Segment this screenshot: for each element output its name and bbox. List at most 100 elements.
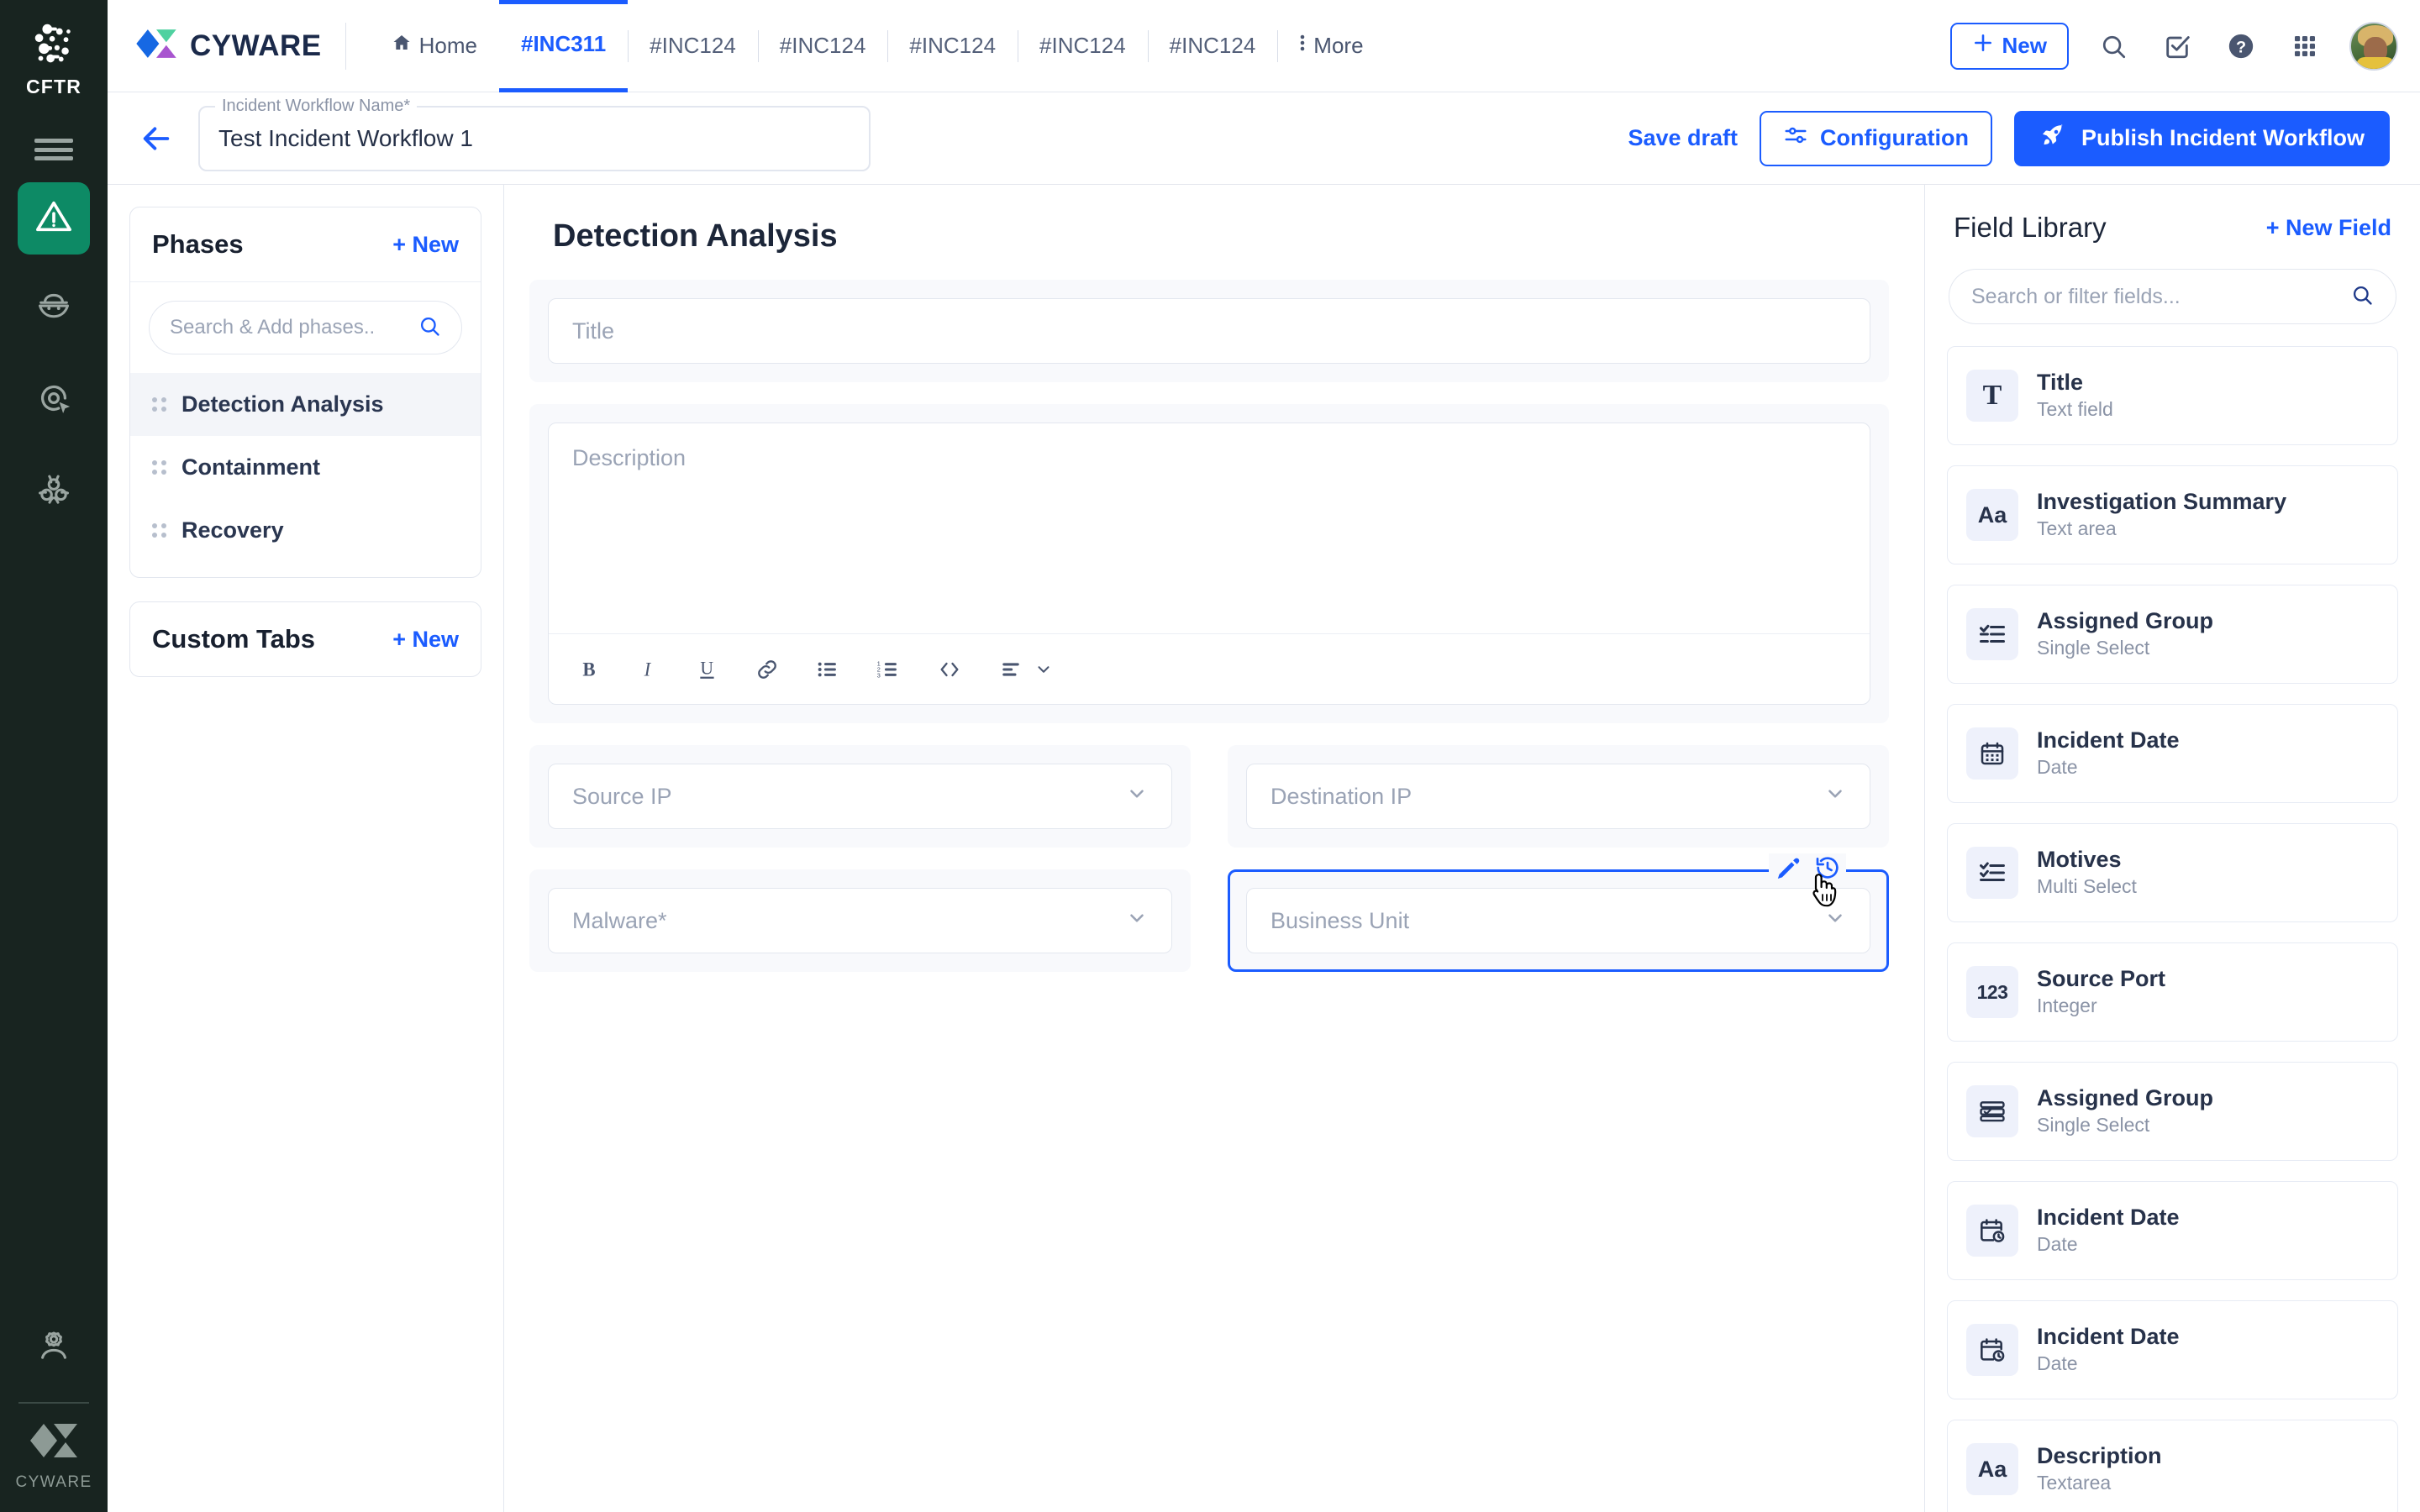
configuration-button[interactable]: Configuration (1760, 111, 1992, 166)
workflow-name-field[interactable]: Incident Workflow Name* Test Incident Wo… (198, 106, 871, 171)
save-draft-button[interactable]: Save draft (1628, 125, 1738, 151)
tab-inc124-2[interactable]: #INC124 (758, 0, 888, 92)
link-icon[interactable] (755, 651, 779, 688)
field-library-item-description[interactable]: Aa Description Textarea (1947, 1420, 2398, 1512)
calendar-clock-icon (1966, 1324, 2018, 1376)
svg-text:?: ? (2236, 38, 2246, 56)
field-library-item-title[interactable]: T Title Text field (1947, 346, 2398, 445)
phases-card-pad (130, 562, 481, 577)
underline-icon[interactable]: U (697, 651, 718, 688)
phase-item-recovery[interactable]: Recovery (130, 499, 481, 562)
sidebar-item-targeting[interactable] (18, 364, 90, 436)
search-icon[interactable] (2350, 283, 2374, 311)
field-type: Textarea (2037, 1471, 2162, 1496)
tab-label: #INC124 (1039, 33, 1126, 59)
source-ip-panel[interactable]: Source IP (529, 745, 1191, 848)
tab-inc311[interactable]: #INC311 (499, 0, 628, 92)
search-icon[interactable] (418, 314, 441, 342)
hamburger-icon[interactable] (34, 135, 73, 164)
bold-icon[interactable]: B (579, 651, 601, 688)
search-icon[interactable] (2094, 27, 2133, 66)
drag-handle-icon[interactable] (152, 460, 166, 475)
biohazard-icon (34, 470, 73, 512)
cyware-footer-logo-icon (30, 1419, 77, 1467)
field-name: Assigned Group (2037, 607, 2213, 636)
description-field-panel[interactable]: Description B I U 123 (529, 404, 1889, 723)
description-textarea[interactable]: Description (549, 423, 1870, 633)
source-ip-select[interactable]: Source IP (548, 764, 1172, 829)
drag-handle-icon[interactable] (152, 397, 166, 412)
app-root: CFTR (0, 0, 2420, 1512)
tab-inc124-4[interactable]: #INC124 (1018, 0, 1148, 92)
chevron-down-icon[interactable] (1034, 651, 1053, 688)
cyware-logo[interactable]: CYWARE (136, 25, 322, 66)
tab-inc124-1[interactable]: #INC124 (628, 0, 758, 92)
sidebar-item-admin-settings[interactable] (18, 1311, 90, 1383)
title-input[interactable]: Title (548, 298, 1870, 364)
app-grid-icon[interactable] (2286, 27, 2324, 66)
custom-tabs-title: Custom Tabs (152, 624, 315, 654)
avatar-shirt (2356, 57, 2395, 69)
field-name: Incident Date (2037, 1323, 2180, 1352)
field-library-item-assigned-group[interactable]: Assigned Group Single Select (1947, 585, 2398, 684)
cyware-logo-text: CYWARE (190, 29, 322, 63)
destination-ip-panel[interactable]: Destination IP (1228, 745, 1889, 848)
sidebar-item-threat-actors[interactable] (18, 273, 90, 345)
field-name: Investigation Summary (2037, 488, 2286, 517)
field-library-item-motives[interactable]: Motives Multi Select (1947, 823, 2398, 922)
spy-icon (34, 288, 73, 331)
malware-panel[interactable]: Malware* (529, 869, 1191, 972)
tab-more[interactable]: More (1277, 0, 1385, 92)
field-library-item-incident-date[interactable]: Incident Date Date (1947, 704, 2398, 803)
tab-inc124-3[interactable]: #INC124 (887, 0, 1018, 92)
back-arrow-icon[interactable] (133, 115, 180, 162)
field-library-search-input[interactable]: Search or filter fields... (1949, 269, 2396, 324)
new-field-button[interactable]: + New Field (2266, 215, 2391, 241)
help-circle-icon[interactable]: ? (2222, 27, 2260, 66)
drag-handle-icon[interactable] (152, 523, 166, 538)
edit-pencil-icon[interactable] (1774, 853, 1802, 886)
business-unit-select[interactable]: Business Unit (1246, 888, 1870, 953)
field-library-item-incident-date-3[interactable]: Incident Date Date (1947, 1300, 2398, 1399)
align-left-icon[interactable] (999, 651, 1023, 688)
publish-incident-workflow-button[interactable]: Publish Incident Workflow (2014, 111, 2390, 166)
destination-ip-select[interactable]: Destination IP (1246, 764, 1870, 829)
avatar[interactable] (2349, 22, 2398, 71)
svg-text:B: B (582, 659, 595, 680)
add-phase-button[interactable]: + New (392, 232, 459, 258)
new-button-label: New (2002, 33, 2047, 59)
tasks-checkbox-icon[interactable] (2158, 27, 2196, 66)
new-button[interactable]: New (1950, 23, 2069, 70)
field-library-item-assigned-group-alt[interactable]: Assigned Group Single Select (1947, 1062, 2398, 1161)
field-library-item-investigation-summary[interactable]: Aa Investigation Summary Text area (1947, 465, 2398, 564)
tab-inc124-5[interactable]: #INC124 (1148, 0, 1278, 92)
phase-item-containment[interactable]: Containment (130, 436, 481, 499)
malware-select[interactable]: Malware* (548, 888, 1172, 953)
phase-label: Detection Analysis (182, 391, 384, 417)
top-bar-actions: New ? (1950, 22, 2398, 71)
field-name: Incident Date (2037, 1204, 2180, 1232)
tab-home[interactable]: Home (370, 0, 499, 92)
phase-search-input[interactable]: Search & Add phases.. (149, 301, 462, 354)
code-icon[interactable] (937, 651, 962, 688)
field-library-item-source-port[interactable]: 123 Source Port Integer (1947, 942, 2398, 1042)
tab-label: #INC124 (650, 33, 736, 59)
phase-label: Containment (182, 454, 320, 480)
sidebar-item-malware[interactable] (18, 454, 90, 527)
numbered-list-icon[interactable]: 123 (876, 651, 900, 688)
bullet-list-icon[interactable] (816, 651, 839, 688)
field-library-item-incident-date-2[interactable]: Incident Date Date (1947, 1181, 2398, 1280)
phase-item-detection-analysis[interactable]: Detection Analysis (130, 373, 481, 436)
page-title: Detection Analysis (553, 218, 1889, 255)
field-name: Incident Date (2037, 727, 2180, 755)
add-custom-tab-button[interactable]: + New (392, 627, 459, 653)
business-unit-panel[interactable]: Business Unit (1228, 869, 1889, 972)
target-cursor-icon (34, 379, 73, 422)
title-field-panel[interactable]: Title (529, 280, 1889, 382)
description-editor[interactable]: Description B I U 123 (548, 423, 1870, 705)
italic-icon[interactable]: I (638, 651, 660, 688)
single-select-alt-icon (1966, 1085, 2018, 1137)
workflow-name-label: Incident Workflow Name* (215, 97, 417, 116)
phases-card-header: Phases + New (130, 207, 481, 282)
sidebar-item-incidents[interactable] (18, 182, 90, 255)
